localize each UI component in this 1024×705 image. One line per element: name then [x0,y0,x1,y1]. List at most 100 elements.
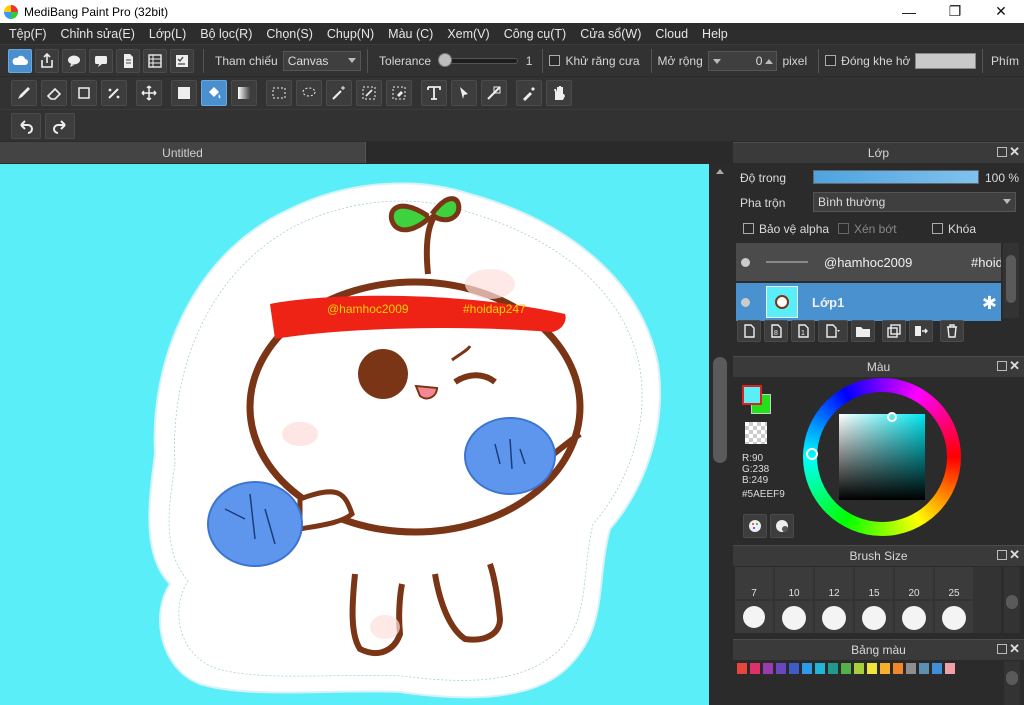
undock-icon[interactable] [997,147,1007,157]
reference-select[interactable]: Canvas [282,50,362,71]
menu-file[interactable]: Tệp(F) [2,27,54,41]
close-panel-icon[interactable]: ✕ [1009,641,1020,657]
palette-swatch[interactable] [932,663,942,674]
spin-down-icon[interactable] [712,58,721,64]
lock-checkbox[interactable] [932,223,943,234]
new-layer-icon[interactable] [737,320,761,342]
brush-size-scrollbar[interactable] [1004,567,1020,633]
fill-rect-icon[interactable] [171,80,197,106]
folder-icon[interactable] [851,320,875,342]
blend-select[interactable]: Bình thường [813,192,1016,212]
dot-brush-icon[interactable] [101,80,127,106]
comment-icon[interactable] [62,48,86,73]
canvas-vertical-scrollbar[interactable] [709,164,731,705]
close-button[interactable]: ✕ [978,0,1024,23]
share-icon[interactable] [35,48,59,73]
palette-swatch[interactable] [906,663,916,674]
palette-swatch[interactable] [867,663,877,674]
menu-help[interactable]: Help [695,27,735,41]
antialias-checkbox[interactable] [549,55,561,66]
page-icon[interactable] [116,48,140,73]
menu-cloud[interactable]: Cloud [648,27,695,41]
duplicate-icon[interactable] [882,320,906,342]
hue-cursor[interactable] [806,448,818,460]
select-lasso-icon[interactable] [296,80,322,106]
palette-swatch[interactable] [880,663,890,674]
close-panel-icon[interactable]: ✕ [1009,547,1020,563]
canvas-viewport[interactable]: @hamhoc2009 #hoidap247 [0,164,709,705]
layer-row-selected[interactable]: Lớp1 ✱ [736,283,1001,321]
menu-color[interactable]: Màu (C) [381,27,440,41]
clip-checkbox[interactable] [838,223,849,234]
move-icon[interactable] [136,80,162,106]
hand-icon[interactable] [546,80,572,106]
scrollbar-thumb[interactable] [1006,595,1018,609]
select-rect-icon[interactable] [266,80,292,106]
opacity-slider[interactable] [813,170,979,184]
palette-swatch[interactable] [802,663,812,674]
brush-size-cell[interactable] [815,601,853,633]
undock-icon[interactable] [997,644,1007,654]
tolerance-slider-thumb[interactable] [438,52,453,67]
delete-layer-icon[interactable] [940,320,964,342]
select-pen-icon[interactable] [356,80,382,106]
brush-size-cell[interactable] [935,601,973,633]
undock-icon[interactable] [997,361,1007,371]
brush-size-cell[interactable] [735,601,773,633]
menu-view[interactable]: Xem(V) [440,27,496,41]
merge-down-icon[interactable] [909,320,933,342]
palette-swatch[interactable] [763,663,773,674]
palette-swatch[interactable] [893,663,903,674]
transparent-color-swatch[interactable] [745,422,767,444]
brush-size-cell[interactable]: 20 [895,567,933,599]
menu-layer[interactable]: Lớp(L) [142,27,193,41]
brush-icon[interactable] [11,80,37,106]
foreground-color-swatch[interactable] [742,385,762,405]
layer-settings-icon[interactable]: ✱ [982,293,997,314]
hue-wheel[interactable] [803,378,961,536]
divide-icon[interactable] [481,80,507,106]
close-gap-slider[interactable] [915,52,976,69]
scroll-up-icon[interactable] [716,169,724,174]
new-color-layer-icon[interactable]: 8 [764,320,788,342]
close-gap-checkbox[interactable] [825,55,837,66]
brush-size-cell[interactable]: 10 [775,567,813,599]
palette-picker-icon[interactable] [743,514,767,538]
magic-wand-icon[interactable] [326,80,352,106]
brush-size-cell[interactable] [855,601,893,633]
gradient-icon[interactable] [231,80,257,106]
select-erase-icon[interactable] [386,80,412,106]
canvas-tab[interactable]: Untitled [0,142,366,163]
eyedropper-icon[interactable] [516,80,542,106]
palette-swatch[interactable] [750,663,760,674]
palette-swatch[interactable] [789,663,799,674]
shortcut-label[interactable]: Phím [991,54,1019,68]
menu-filter[interactable]: Bộ lọc(R) [193,27,259,41]
scrollbar-thumb[interactable] [1006,671,1018,685]
spin-up-icon[interactable] [765,58,774,64]
palette-swatch[interactable] [945,663,955,674]
checklist-icon[interactable] [170,48,194,73]
undo-icon[interactable] [11,112,41,139]
sv-cursor[interactable] [887,412,897,422]
palette-swatch[interactable] [815,663,825,674]
palette-swatch[interactable] [828,663,838,674]
palette-swatch[interactable] [776,663,786,674]
palette-swatch[interactable] [854,663,864,674]
add-layer-menu-icon[interactable] [818,320,848,342]
brush-size-cell[interactable]: 12 [815,567,853,599]
brush-size-cell[interactable]: 25 [935,567,973,599]
cloud-icon[interactable] [8,48,32,73]
brush-size-cell[interactable]: 15 [855,567,893,599]
minimize-button[interactable]: — [886,0,932,23]
palette-swatch[interactable] [737,663,747,674]
visibility-icon[interactable] [741,297,750,307]
close-panel-icon[interactable]: ✕ [1009,144,1020,160]
expand-spinbox[interactable]: 0 [707,50,778,71]
layers-scrollbar[interactable] [1003,243,1019,318]
menu-window[interactable]: Cửa sổ(W) [573,27,648,41]
protect-alpha-checkbox[interactable] [743,223,754,234]
tolerance-slider[interactable] [438,52,518,67]
maximize-button[interactable]: ❐ [932,0,978,23]
layer-list-icon[interactable] [143,48,167,73]
